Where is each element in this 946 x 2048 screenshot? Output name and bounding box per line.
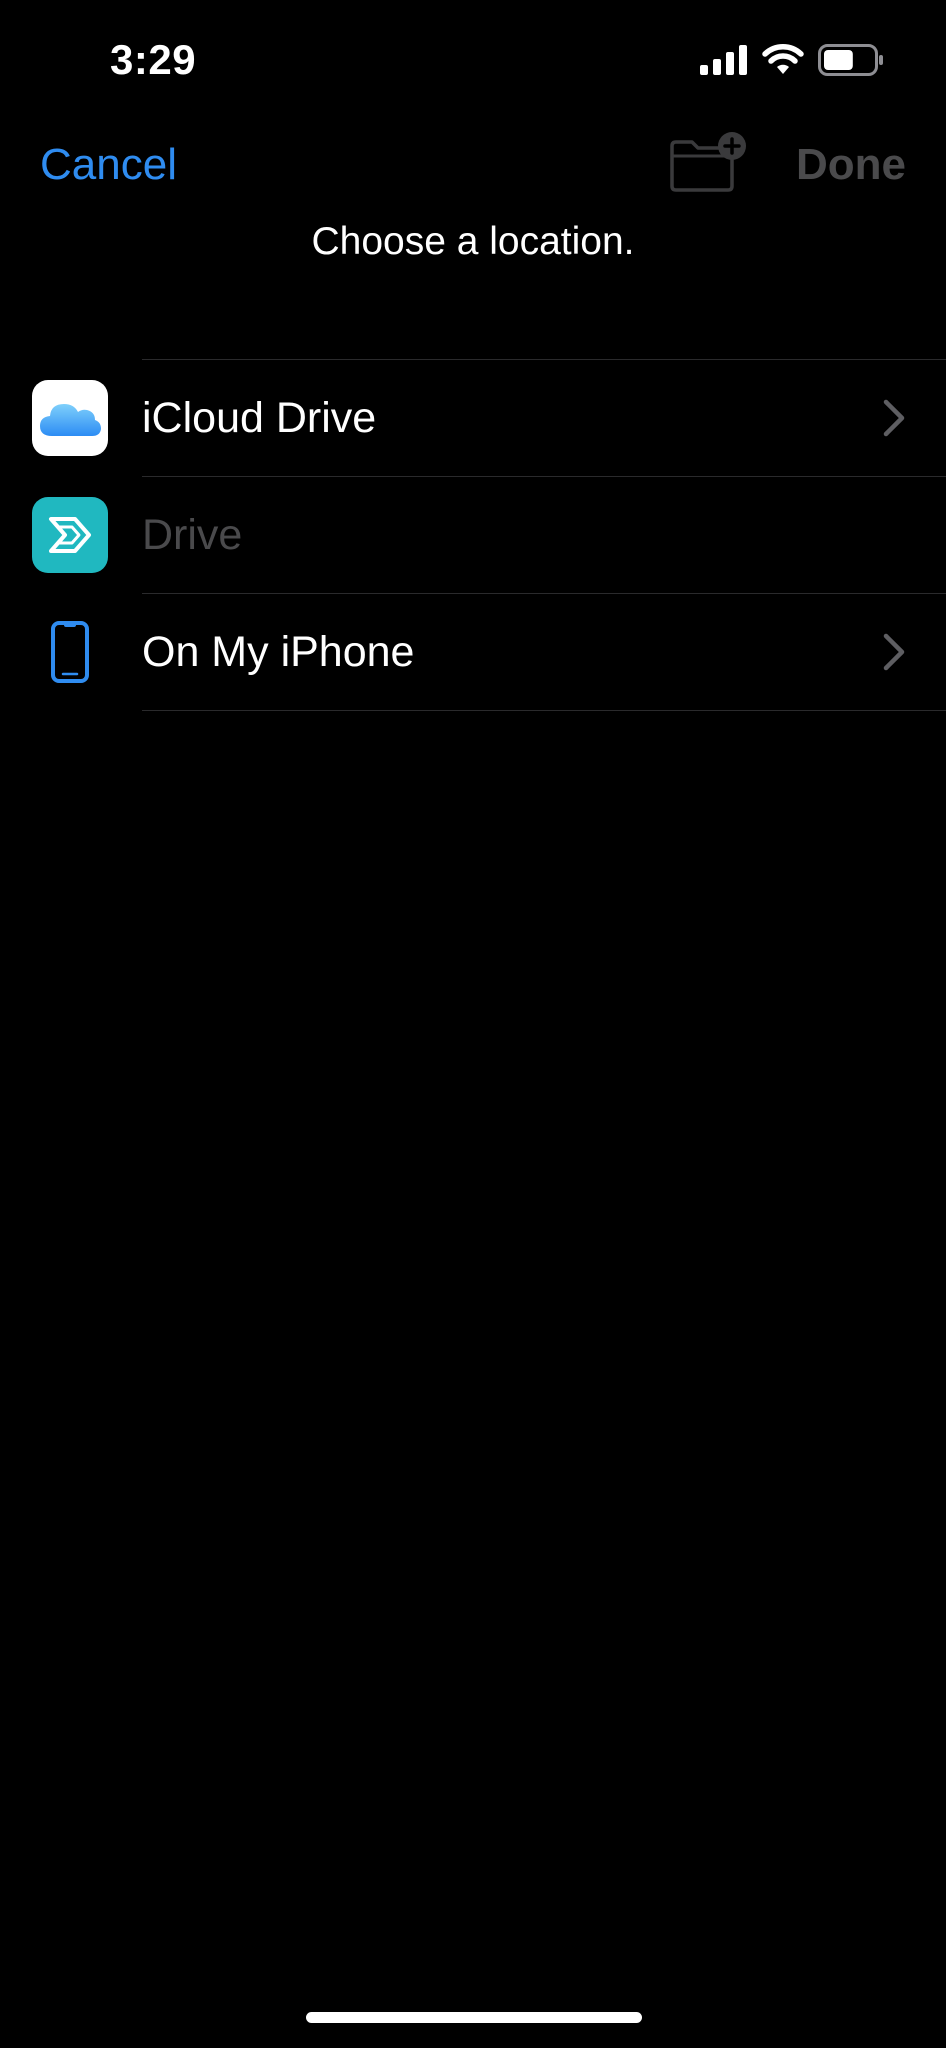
location-row-on-my-iphone[interactable]: On My iPhone — [0, 594, 946, 710]
status-bar: 3:29 — [0, 0, 946, 120]
folder-plus-icon — [668, 132, 750, 200]
location-label: iCloud Drive — [142, 394, 377, 442]
chevron-right-icon — [882, 398, 906, 438]
status-icons — [700, 44, 884, 81]
wifi-icon — [762, 44, 804, 81]
location-row-icloud-drive[interactable]: iCloud Drive — [0, 360, 946, 476]
new-folder-button[interactable] — [668, 132, 750, 196]
separator — [142, 710, 946, 711]
home-indicator[interactable] — [306, 2012, 642, 2023]
icloud-icon — [32, 380, 108, 456]
chevron-right-icon — [882, 632, 906, 672]
location-label: On My iPhone — [142, 628, 415, 676]
location-row-drive: Drive — [0, 477, 946, 593]
sync-drive-icon — [32, 497, 108, 573]
battery-icon — [818, 44, 884, 81]
nav-bar: Cancel Done — [0, 120, 946, 220]
location-label: Drive — [142, 511, 243, 559]
status-time: 3:29 — [110, 36, 197, 83]
cancel-button[interactable]: Cancel — [40, 140, 177, 190]
location-list: iCloud Drive Drive On My iPhone — [0, 359, 946, 711]
choose-location-prompt: Choose a location. — [311, 220, 635, 263]
iphone-icon — [32, 614, 108, 690]
cellular-signal-icon — [700, 45, 748, 80]
done-button[interactable]: Done — [796, 140, 906, 190]
